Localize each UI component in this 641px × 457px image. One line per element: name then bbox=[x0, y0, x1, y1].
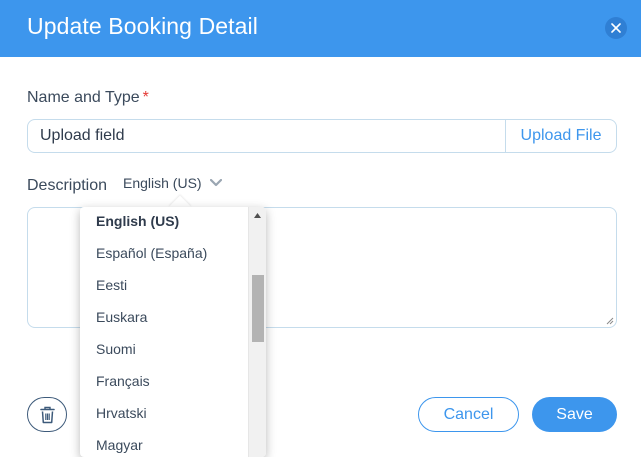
close-button[interactable] bbox=[605, 17, 627, 39]
cancel-button[interactable]: Cancel bbox=[418, 397, 519, 432]
upload-file-button[interactable]: Upload File bbox=[506, 120, 616, 152]
language-option[interactable]: Eesti bbox=[80, 269, 248, 301]
language-dropdown: English (US) Español (España) Eesti Eusk… bbox=[80, 207, 266, 457]
language-option[interactable]: Español (España) bbox=[80, 237, 248, 269]
scrollbar-thumb[interactable] bbox=[252, 275, 264, 342]
description-label: Description bbox=[27, 177, 108, 194]
dialog-title: Update Booking Detail bbox=[27, 13, 258, 39]
language-option[interactable]: Hrvatski bbox=[80, 397, 248, 429]
name-and-type-input[interactable] bbox=[28, 120, 505, 152]
language-option[interactable]: English (US) bbox=[80, 207, 248, 237]
chevron-down-icon bbox=[209, 174, 223, 192]
language-option[interactable]: Euskara bbox=[80, 301, 248, 333]
save-button[interactable]: Save bbox=[532, 397, 617, 432]
close-icon bbox=[611, 23, 621, 33]
name-and-type-label-text: Name and Type bbox=[27, 89, 140, 106]
required-mark: * bbox=[142, 89, 149, 106]
delete-button[interactable] bbox=[27, 397, 67, 432]
language-option[interactable]: Magyar bbox=[80, 429, 248, 457]
scroll-up-arrow-icon[interactable] bbox=[254, 213, 261, 218]
language-option[interactable]: Suomi bbox=[80, 333, 248, 365]
language-select[interactable]: English (US) bbox=[123, 174, 223, 194]
trash-icon bbox=[40, 406, 55, 424]
dropdown-scrollbar[interactable] bbox=[248, 207, 266, 457]
resize-grip-icon[interactable] bbox=[606, 317, 614, 325]
language-select-value: English (US) bbox=[123, 175, 202, 191]
dialog-header: Update Booking Detail bbox=[0, 0, 641, 57]
upload-field-group: Upload File bbox=[27, 119, 617, 153]
language-list: English (US) Español (España) Eesti Eusk… bbox=[80, 207, 248, 457]
name-and-type-label: Name and Type * bbox=[27, 89, 149, 107]
language-option[interactable]: Français bbox=[80, 365, 248, 397]
